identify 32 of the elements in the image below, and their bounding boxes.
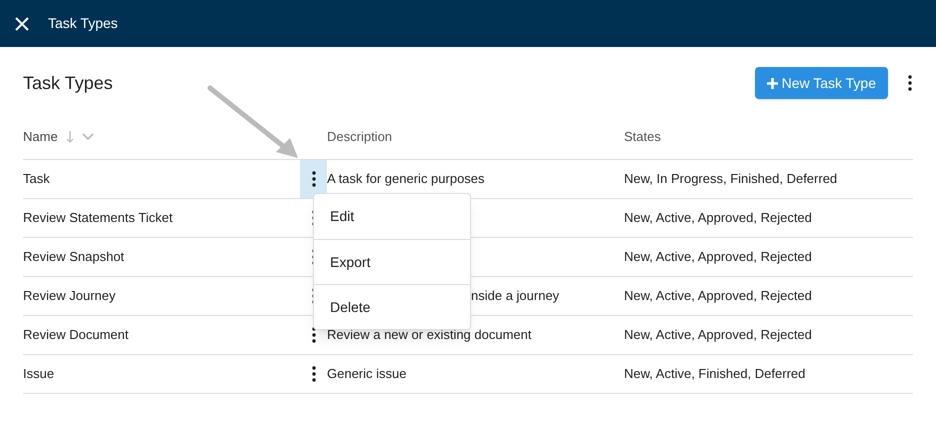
- table-cell-text: Review Snapshot: [23, 248, 126, 266]
- table-cell-text: New, Active, Approved, Rejected: [624, 248, 813, 266]
- window-title: Task Types: [48, 14, 118, 33]
- table-cell: Review a new or existing document: [327, 327, 532, 342]
- page-title: Task Types: [23, 72, 113, 95]
- table-cell-text: Task: [23, 170, 51, 188]
- table-cell: A task for generic purposes: [327, 171, 485, 186]
- more-icon: [312, 171, 316, 187]
- menu-item[interactable]: Export: [314, 239, 470, 284]
- column-header[interactable]: Description: [327, 126, 624, 146]
- pointer-arrow-icon: [206, 84, 300, 160]
- more-icon: [908, 75, 912, 91]
- table-cell-text: New, Active, Approved, Rejected: [624, 287, 813, 306]
- menu-item[interactable]: Edit: [314, 194, 470, 239]
- row-menu-button[interactable]: [300, 160, 327, 198]
- more-icon: [312, 366, 316, 382]
- table-cell-text: Review Statements Ticket: [23, 209, 174, 228]
- plus-icon: [766, 78, 778, 88]
- table-cell-text: New, Active, Approved, Rejected: [624, 326, 813, 344]
- table-cell-text: New, Active, Approved, Rejected: [624, 209, 813, 228]
- table-cell: nside a journey: [471, 288, 560, 304]
- table-cell-text: Issue: [23, 365, 56, 384]
- table-cell-text: Review Document: [23, 326, 130, 344]
- table-cell-text: New, Active, Finished, Deferred: [624, 365, 806, 384]
- column-header[interactable]: States: [624, 126, 913, 146]
- close-icon: [14, 16, 30, 32]
- table-cell-text: New, In Progress, Finished, Deferred: [624, 170, 838, 188]
- table-cell-text: Review Journey: [23, 287, 116, 306]
- table-cell: Generic issue: [327, 366, 406, 382]
- menu-item[interactable]: Delete: [314, 284, 470, 329]
- column-header[interactable]: Name: [23, 126, 58, 146]
- more-icon: [312, 327, 316, 343]
